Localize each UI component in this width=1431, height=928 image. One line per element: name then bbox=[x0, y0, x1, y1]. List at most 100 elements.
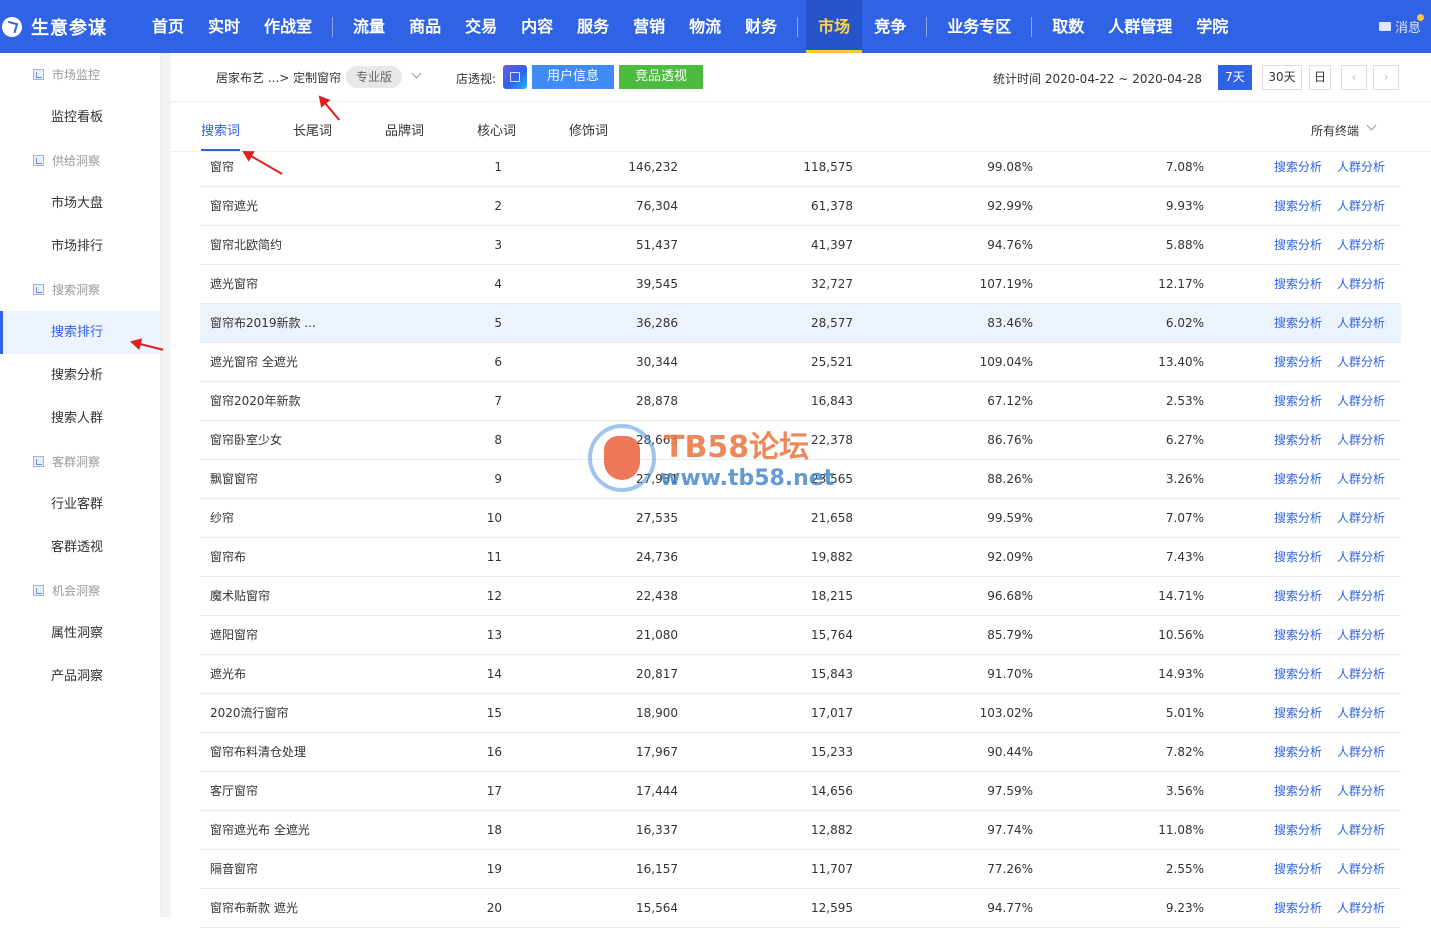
nav-item-11[interactable]: 市场 bbox=[806, 0, 863, 53]
search-analysis-link[interactable]: 搜索分析 bbox=[1274, 421, 1322, 459]
search-analysis-link[interactable]: 搜索分析 bbox=[1274, 382, 1322, 420]
search-analysis-link[interactable]: 搜索分析 bbox=[1274, 187, 1322, 225]
crowd-analysis-link[interactable]: 人群分析 bbox=[1337, 148, 1385, 186]
crowd-analysis-link[interactable]: 人群分析 bbox=[1337, 850, 1385, 888]
keyword-cell: 窗帘遮光 bbox=[210, 199, 259, 213]
chevron-left-icon[interactable]: ‹ bbox=[1341, 65, 1367, 90]
crowd-analysis-link[interactable]: 人群分析 bbox=[1337, 655, 1385, 693]
sidebar-item[interactable]: 市场大盘 bbox=[0, 182, 160, 225]
chevron-down-icon[interactable] bbox=[411, 68, 422, 79]
crowd-analysis-link[interactable]: 人群分析 bbox=[1337, 811, 1385, 849]
range-day-button[interactable]: 日 bbox=[1309, 65, 1331, 90]
nav-item-14[interactable]: 取数 bbox=[1040, 0, 1096, 53]
sidebar-item[interactable]: 市场排行 bbox=[0, 225, 160, 268]
crowd-analysis-link[interactable]: 人群分析 bbox=[1337, 538, 1385, 576]
search-analysis-link[interactable]: 搜索分析 bbox=[1274, 265, 1322, 303]
nav-item-3[interactable]: 流量 bbox=[341, 0, 397, 53]
crowd-analysis-link[interactable]: 人群分析 bbox=[1337, 304, 1385, 342]
sidebar-item[interactable]: 监控看板 bbox=[0, 96, 160, 139]
crowd-analysis-link[interactable]: 人群分析 bbox=[1337, 226, 1385, 264]
rank-cell: 7 bbox=[494, 394, 502, 408]
rank-cell: 1 bbox=[494, 160, 502, 174]
search-analysis-link[interactable]: 搜索分析 bbox=[1274, 772, 1322, 810]
crowd-analysis-link[interactable]: 人群分析 bbox=[1337, 733, 1385, 771]
tab-0[interactable]: 搜索词 bbox=[201, 120, 241, 151]
crowd-analysis-link[interactable]: 人群分析 bbox=[1337, 460, 1385, 498]
sidebar-item[interactable]: 客群透视 bbox=[0, 526, 160, 569]
range-7-days-button[interactable]: 7天 bbox=[1218, 65, 1252, 90]
nav-item-9[interactable]: 物流 bbox=[677, 0, 733, 53]
nav-item-12[interactable]: 竞争 bbox=[862, 0, 918, 53]
edition-badge[interactable]: 专业版 bbox=[346, 66, 403, 88]
keyword-cell: 纱帘 bbox=[210, 511, 235, 525]
crowd-analysis-link[interactable]: 人群分析 bbox=[1337, 694, 1385, 732]
search-analysis-link[interactable]: 搜索分析 bbox=[1274, 850, 1322, 888]
tab-1[interactable]: 长尾词 bbox=[293, 120, 332, 139]
search-analysis-link[interactable]: 搜索分析 bbox=[1274, 733, 1322, 771]
search-analysis-link[interactable]: 搜索分析 bbox=[1274, 343, 1322, 381]
search-analysis-link[interactable]: 搜索分析 bbox=[1274, 499, 1322, 537]
statistics-time-range: 统计时间 2020-04-22 ~ 2020-04-28 bbox=[993, 72, 1202, 86]
search-analysis-link[interactable]: 搜索分析 bbox=[1274, 226, 1322, 264]
messages-button[interactable]: 消息 bbox=[1378, 0, 1424, 53]
sidebar-item[interactable]: 搜索人群 bbox=[0, 397, 160, 440]
metric-cell: 2.55% bbox=[1165, 862, 1204, 876]
nav-item-16[interactable]: 学院 bbox=[1184, 0, 1240, 53]
search-analysis-link[interactable]: 搜索分析 bbox=[1274, 460, 1322, 498]
device-filter-select[interactable]: 所有终端 bbox=[1311, 122, 1359, 139]
sidebar-item[interactable]: 搜索分析 bbox=[0, 354, 160, 397]
nav-item-5[interactable]: 交易 bbox=[453, 0, 509, 53]
tab-4[interactable]: 修饰词 bbox=[569, 120, 608, 139]
nav-item-0[interactable]: 首页 bbox=[140, 0, 196, 53]
tab-2[interactable]: 品牌词 bbox=[385, 120, 424, 139]
crowd-analysis-link[interactable]: 人群分析 bbox=[1337, 499, 1385, 537]
metric-cell: 51,437 bbox=[636, 238, 678, 252]
nav-item-2[interactable]: 作战室 bbox=[252, 0, 324, 53]
brand[interactable]: 生意参谋 bbox=[0, 0, 107, 53]
crowd-analysis-link[interactable]: 人群分析 bbox=[1337, 577, 1385, 615]
crowd-analysis-link[interactable]: 人群分析 bbox=[1337, 421, 1385, 459]
crowd-analysis-link[interactable]: 人群分析 bbox=[1337, 772, 1385, 810]
search-analysis-link[interactable]: 搜索分析 bbox=[1274, 304, 1322, 342]
metric-cell: 27,931 bbox=[636, 472, 678, 486]
store-avatar-icon[interactable] bbox=[503, 65, 527, 89]
metric-cell: 67.12% bbox=[987, 394, 1033, 408]
search-analysis-link[interactable]: 搜索分析 bbox=[1274, 538, 1322, 576]
sidebar-item[interactable]: 产品洞察 bbox=[0, 655, 160, 698]
competitor-perspective-button[interactable]: 竞品透视 bbox=[619, 65, 703, 89]
nav-item-15[interactable]: 人群管理 bbox=[1096, 0, 1184, 53]
crowd-analysis-link[interactable]: 人群分析 bbox=[1337, 616, 1385, 654]
nav-item-1[interactable]: 实时 bbox=[196, 0, 252, 53]
crowd-analysis-link[interactable]: 人群分析 bbox=[1337, 343, 1385, 381]
range-30-days-button[interactable]: 30天 bbox=[1262, 65, 1302, 90]
chevron-down-icon[interactable] bbox=[1366, 120, 1377, 131]
search-analysis-link[interactable]: 搜索分析 bbox=[1274, 889, 1322, 927]
category-breadcrumb[interactable]: 居家布艺 ...> 定制窗帘 bbox=[216, 69, 341, 86]
sidebar-item[interactable]: 属性洞察 bbox=[0, 612, 160, 655]
tab-3[interactable]: 核心词 bbox=[477, 120, 516, 139]
user-info-button[interactable]: 用户信息 bbox=[532, 65, 614, 89]
search-analysis-link[interactable]: 搜索分析 bbox=[1274, 655, 1322, 693]
metric-cell: 97.74% bbox=[987, 823, 1033, 837]
table-row: 窗帘 1 146,232 118,575 99.08% 7.08% 搜索分析 人群分析 bbox=[200, 148, 1401, 187]
search-analysis-link[interactable]: 搜索分析 bbox=[1274, 811, 1322, 849]
metric-cell: 39,545 bbox=[636, 277, 678, 291]
crowd-analysis-link[interactable]: 人群分析 bbox=[1337, 187, 1385, 225]
crowd-analysis-link[interactable]: 人群分析 bbox=[1337, 265, 1385, 303]
nav-item-6[interactable]: 内容 bbox=[509, 0, 565, 53]
nav-item-4[interactable]: 商品 bbox=[397, 0, 453, 53]
search-analysis-link[interactable]: 搜索分析 bbox=[1274, 694, 1322, 732]
sidebar-item[interactable]: 行业客群 bbox=[0, 483, 160, 526]
metric-cell: 14.93% bbox=[1158, 667, 1204, 681]
chevron-right-icon[interactable]: › bbox=[1373, 65, 1399, 90]
search-analysis-link[interactable]: 搜索分析 bbox=[1274, 577, 1322, 615]
crowd-analysis-link[interactable]: 人群分析 bbox=[1337, 889, 1385, 927]
metric-cell: 2.53% bbox=[1165, 394, 1204, 408]
crowd-analysis-link[interactable]: 人群分析 bbox=[1337, 382, 1385, 420]
search-analysis-link[interactable]: 搜索分析 bbox=[1274, 148, 1322, 186]
search-analysis-link[interactable]: 搜索分析 bbox=[1274, 616, 1322, 654]
nav-item-8[interactable]: 营销 bbox=[621, 0, 677, 53]
nav-item-13[interactable]: 业务专区 bbox=[935, 0, 1023, 53]
nav-item-10[interactable]: 财务 bbox=[733, 0, 789, 53]
nav-item-7[interactable]: 服务 bbox=[565, 0, 621, 53]
